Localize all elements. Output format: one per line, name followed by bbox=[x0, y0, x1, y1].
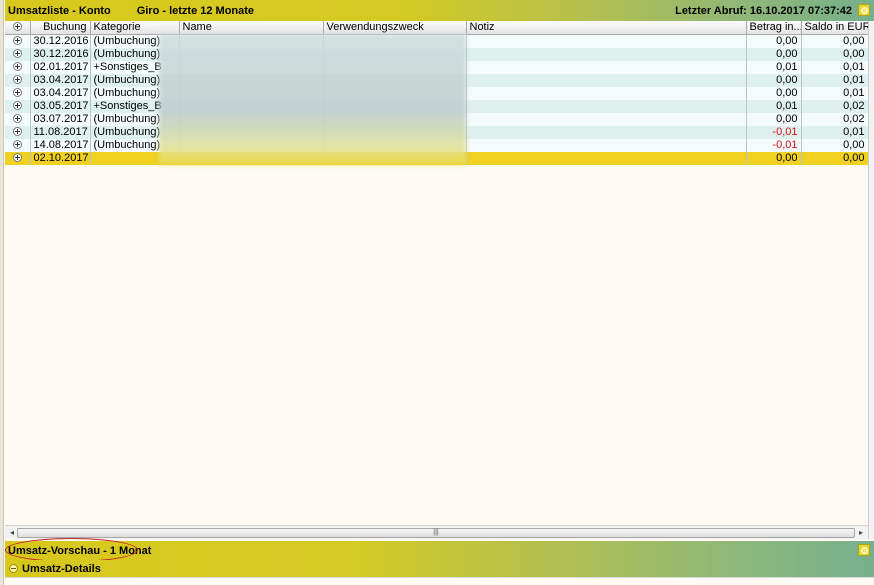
plus-circle-icon bbox=[12, 87, 22, 97]
status-footer bbox=[5, 577, 874, 585]
cell-buchung: 30.12.2016 bbox=[30, 34, 91, 48]
cell-buchung: 30.12.2016 bbox=[30, 47, 91, 61]
account-title: Giro - letzte 12 Monate bbox=[136, 4, 255, 17]
plus-circle-icon bbox=[12, 139, 22, 149]
cell-saldo: 0,01 bbox=[801, 60, 868, 74]
row-expand-button[interactable] bbox=[5, 34, 31, 48]
plus-circle-icon bbox=[12, 48, 22, 58]
cell-buchung: 03.04.2017 bbox=[30, 73, 91, 87]
row-expand-button[interactable] bbox=[5, 73, 31, 87]
cell-notiz bbox=[466, 73, 747, 87]
column-header-betrag[interactable]: Betrag in... bbox=[746, 21, 802, 35]
plus-circle-icon bbox=[12, 152, 22, 162]
cell-notiz bbox=[466, 86, 747, 100]
cell-betrag: 0,01 bbox=[746, 60, 802, 74]
cell-buchung: 02.01.2017 bbox=[30, 60, 91, 74]
cell-betrag: 0,00 bbox=[746, 112, 802, 126]
plus-circle-icon bbox=[12, 126, 22, 136]
scroll-left-arrow-icon[interactable]: ◂ bbox=[7, 528, 17, 538]
header-expand-column[interactable] bbox=[5, 21, 31, 35]
row-expand-button[interactable] bbox=[5, 86, 31, 100]
redacted-area bbox=[159, 34, 466, 165]
cell-notiz bbox=[466, 151, 747, 165]
minus-circle-icon[interactable] bbox=[9, 564, 18, 573]
cell-notiz bbox=[466, 99, 747, 113]
cell-buchung: 03.05.2017 bbox=[30, 99, 91, 113]
cell-notiz bbox=[466, 112, 747, 126]
cell-notiz bbox=[466, 34, 747, 48]
account-title-bar: Umsatzliste - Konto Giro - letzte 12 Mon… bbox=[5, 0, 874, 21]
cell-saldo: 0,02 bbox=[801, 99, 868, 113]
row-expand-button[interactable] bbox=[5, 60, 31, 74]
details-panel-header[interactable]: Umsatz-Details bbox=[5, 560, 874, 577]
row-expand-button[interactable] bbox=[5, 125, 31, 139]
gear-icon[interactable] bbox=[858, 544, 870, 556]
cell-saldo: 0,01 bbox=[801, 73, 868, 87]
row-expand-button[interactable] bbox=[5, 112, 31, 126]
cell-saldo: 0,00 bbox=[801, 47, 868, 61]
cell-saldo: 0,00 bbox=[801, 138, 868, 152]
cell-saldo: 0,01 bbox=[801, 86, 868, 100]
column-header-notiz[interactable]: Notiz bbox=[466, 21, 747, 35]
plus-circle-icon bbox=[12, 22, 22, 32]
cell-notiz bbox=[466, 138, 747, 152]
cell-saldo: 0,02 bbox=[801, 112, 868, 126]
row-expand-button[interactable] bbox=[5, 99, 31, 113]
gear-icon[interactable] bbox=[858, 4, 870, 16]
horizontal-scrollbar[interactable]: ◂ ||| ▸ bbox=[5, 525, 868, 539]
cell-betrag: -0,01 bbox=[746, 138, 802, 152]
cell-betrag: 0,00 bbox=[746, 73, 802, 87]
column-header-kategorie[interactable]: Kategorie bbox=[90, 21, 180, 35]
cell-saldo: 0,00 bbox=[801, 151, 868, 165]
cell-buchung: 03.04.2017 bbox=[30, 86, 91, 100]
plus-circle-icon bbox=[12, 61, 22, 71]
last-fetch-text: Letzter Abruf: 16.10.2017 07:37:42 bbox=[675, 4, 852, 17]
row-expand-button[interactable] bbox=[5, 47, 31, 61]
plus-circle-icon bbox=[12, 35, 22, 45]
column-header-buchung[interactable]: Buchung bbox=[30, 21, 91, 35]
cell-buchung: 11.08.2017 bbox=[30, 125, 91, 139]
cell-betrag: 0,00 bbox=[746, 86, 802, 100]
cell-buchung: 02.10.2017 bbox=[30, 151, 91, 165]
plus-circle-icon bbox=[12, 100, 22, 110]
cell-saldo: 0,01 bbox=[801, 125, 868, 139]
cell-betrag: 0,00 bbox=[746, 47, 802, 61]
preview-panel-header[interactable]: Umsatz-Vorschau - 1 Monat bbox=[5, 538, 874, 562]
cell-buchung: 03.07.2017 bbox=[30, 112, 91, 126]
table-header-row: Buchung Kategorie Name Verwendungszweck … bbox=[5, 21, 868, 35]
scrollbar-thumb[interactable]: ||| bbox=[17, 528, 855, 538]
cell-saldo: 0,00 bbox=[801, 34, 868, 48]
cell-notiz bbox=[466, 125, 747, 139]
plus-circle-icon bbox=[12, 113, 22, 123]
cell-notiz bbox=[466, 60, 747, 74]
cell-betrag: -0,01 bbox=[746, 125, 802, 139]
cell-betrag: 0,00 bbox=[746, 34, 802, 48]
cell-betrag: 0,01 bbox=[746, 99, 802, 113]
column-header-verwendungszweck[interactable]: Verwendungszweck bbox=[323, 21, 467, 35]
vertical-scrollbar[interactable] bbox=[868, 21, 874, 539]
details-panel-title: Umsatz-Details bbox=[22, 562, 101, 575]
transactions-table: Buchung Kategorie Name Verwendungszweck … bbox=[5, 21, 868, 525]
left-edge-border bbox=[0, 0, 4, 585]
highlight-oval-annotation bbox=[5, 538, 138, 562]
plus-circle-icon bbox=[12, 74, 22, 84]
column-header-name[interactable]: Name bbox=[179, 21, 324, 35]
cell-betrag: 0,00 bbox=[746, 151, 802, 165]
row-expand-button[interactable] bbox=[5, 151, 31, 165]
row-expand-button[interactable] bbox=[5, 138, 31, 152]
list-title: Umsatzliste - Konto bbox=[8, 4, 111, 17]
cell-buchung: 14.08.2017 bbox=[30, 138, 91, 152]
cell-notiz bbox=[466, 47, 747, 61]
scroll-right-arrow-icon[interactable]: ▸ bbox=[856, 528, 866, 538]
column-header-saldo[interactable]: Saldo in EUR bbox=[801, 21, 868, 35]
